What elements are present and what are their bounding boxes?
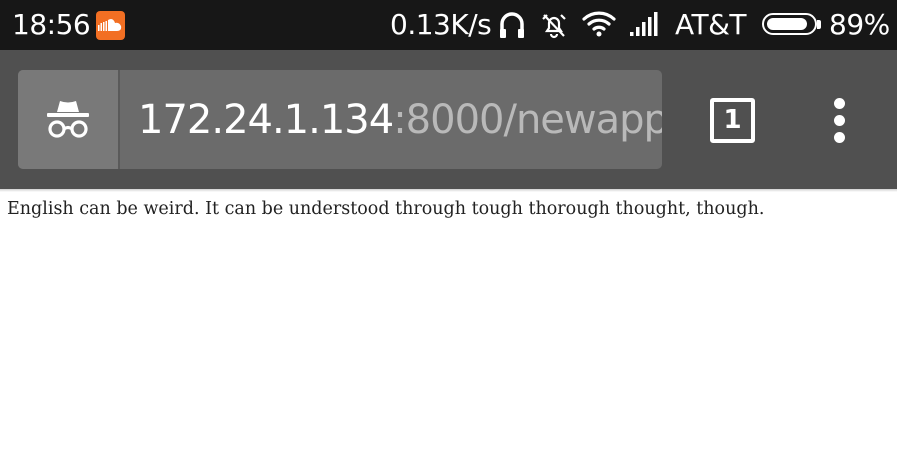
cell-signal-icon [630, 12, 658, 36]
url-host: 172.24.1.134 [138, 97, 394, 143]
url-path: :8000/newapp/ [393, 97, 662, 143]
incognito-icon [47, 101, 89, 138]
menu-icon-dot [834, 132, 845, 143]
browser-toolbar: 172.24.1.134:8000/newapp/ 1 [0, 50, 897, 190]
incognito-badge [18, 70, 120, 169]
toolbar-shadow [0, 189, 897, 192]
status-bar: 18:56 0.13K/s AT&T 89% [0, 0, 897, 50]
status-time: 18:56 [12, 8, 91, 41]
menu-icon [834, 98, 845, 109]
battery-nub [817, 20, 821, 29]
omnibox[interactable]: 172.24.1.134:8000/newapp/ [18, 70, 662, 169]
network-speed: 0.13K/s [390, 8, 492, 41]
url-text[interactable]: 172.24.1.134:8000/newapp/ [138, 95, 662, 145]
tab-switcher-button[interactable]: 1 [710, 98, 755, 143]
page-body-text: English can be weird. It can be understo… [7, 199, 765, 219]
menu-button[interactable] [825, 98, 855, 144]
headphones-icon [500, 12, 524, 38]
soundcloud-icon [96, 11, 125, 40]
carrier-name: AT&T [675, 8, 747, 41]
alarm-off-icon [542, 14, 566, 39]
menu-icon-dot [834, 115, 845, 126]
battery-percent: 89% [829, 8, 890, 41]
wifi-icon [582, 11, 616, 37]
battery-icon [762, 13, 817, 35]
battery-fill [767, 18, 808, 30]
